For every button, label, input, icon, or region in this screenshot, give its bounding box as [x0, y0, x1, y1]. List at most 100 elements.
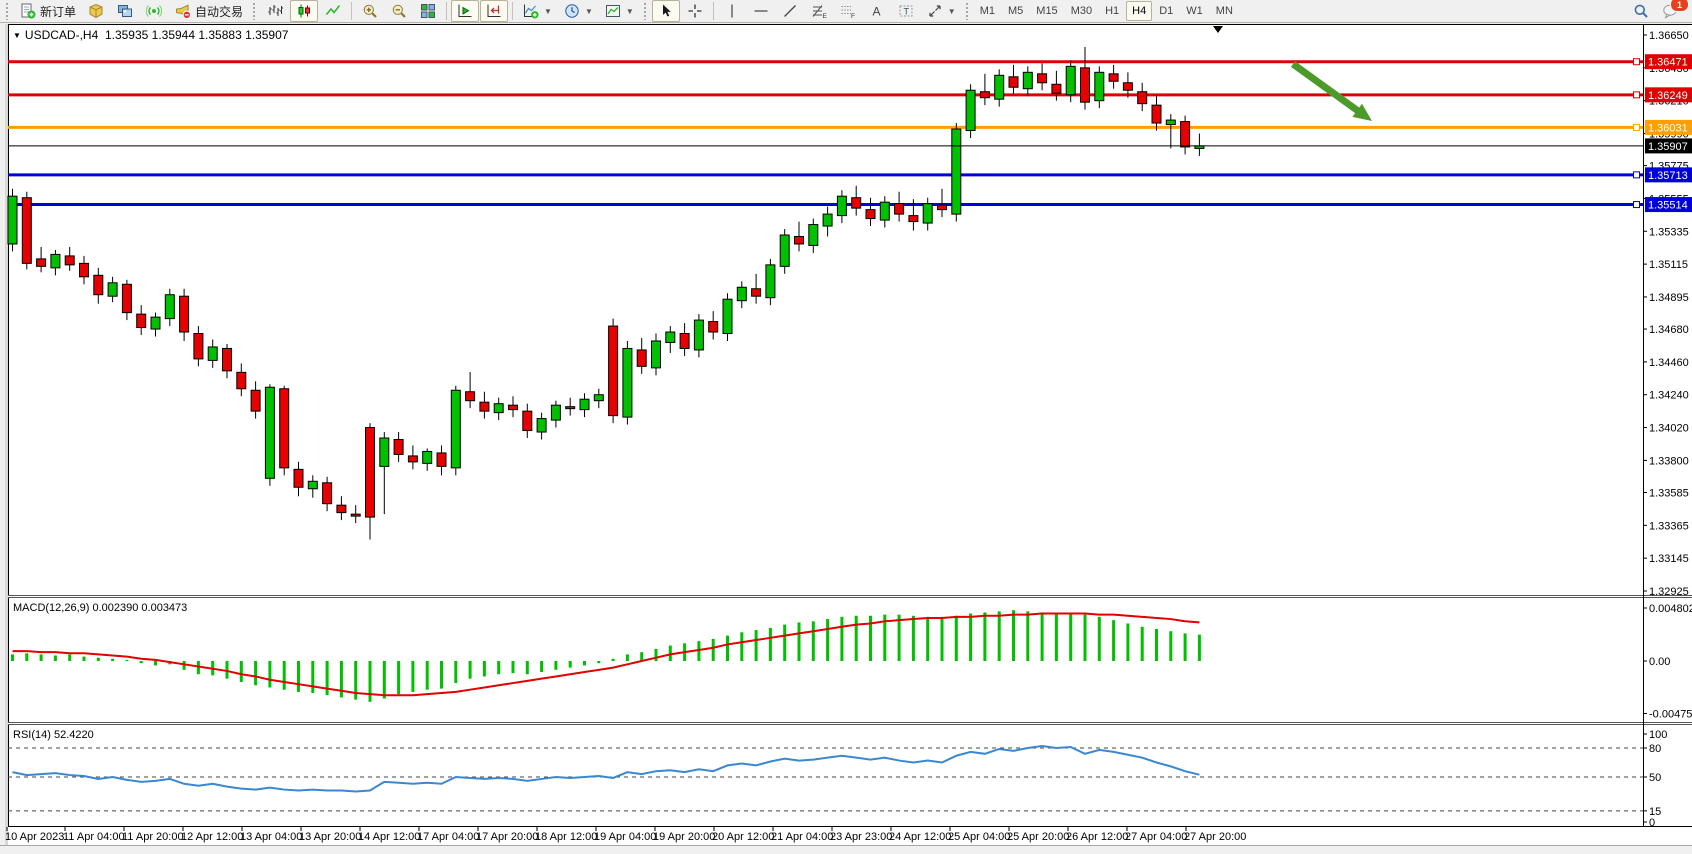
- candle-down: [1009, 77, 1018, 87]
- candle-down: [237, 372, 246, 388]
- line-drag-handle[interactable]: [1634, 172, 1640, 178]
- candle-up: [1166, 120, 1175, 124]
- candle-down: [22, 198, 31, 264]
- candle-down: [1081, 68, 1090, 102]
- candle-down: [1123, 83, 1132, 90]
- candle-down: [351, 514, 360, 516]
- time-tick-label: 11 Apr 04:00: [63, 831, 125, 843]
- price-tick-label: 1.32925: [1649, 586, 1689, 598]
- time-tick-label: 13 Apr 20:00: [299, 831, 361, 843]
- rsi-tick-label: 80: [1649, 743, 1661, 755]
- candle-up: [151, 317, 160, 329]
- candle-down: [94, 275, 103, 294]
- candle-down: [637, 350, 646, 366]
- current-price-badge-label: 1.35907: [1648, 141, 1688, 153]
- time-tick-label: 25 Apr 20:00: [1007, 831, 1069, 843]
- candle-up: [423, 451, 432, 463]
- price-tick-label: 1.35115: [1649, 259, 1688, 271]
- chart-background: [8, 24, 1692, 845]
- price-tick-label: 1.34680: [1649, 324, 1689, 336]
- rsi-tick-label: 0: [1649, 817, 1655, 829]
- candle-down: [408, 456, 417, 462]
- candle-down: [1052, 84, 1061, 93]
- candle-down: [137, 314, 146, 327]
- candle-down: [1038, 74, 1047, 83]
- candle-up: [694, 320, 703, 350]
- candle-down: [1138, 92, 1147, 104]
- candle-up: [623, 348, 632, 417]
- candle-down: [795, 237, 804, 244]
- candle-down: [337, 505, 346, 512]
- price-tick-label: 1.33145: [1649, 553, 1689, 565]
- candle-up: [265, 387, 274, 478]
- time-tick-label: 11 Apr 20:00: [122, 831, 184, 843]
- price-line-badge-label: 1.35713: [1648, 170, 1688, 182]
- line-drag-handle[interactable]: [1634, 124, 1640, 130]
- candle-down: [251, 390, 260, 411]
- candle-up: [1095, 72, 1104, 100]
- time-tick-label: 27 Apr 20:00: [1184, 831, 1246, 843]
- rsi-indicator-label: RSI(14) 52.4220: [13, 729, 94, 741]
- candle-up: [165, 295, 174, 319]
- collapse-triangle-icon[interactable]: ▼: [13, 31, 21, 40]
- price-line-badge-label: 1.35514: [1648, 200, 1688, 212]
- candle-down: [394, 439, 403, 454]
- price-line-badge-label: 1.36249: [1648, 90, 1688, 102]
- candle-down: [523, 411, 532, 430]
- candle-down: [480, 402, 489, 411]
- candle-up: [823, 214, 832, 226]
- candle-up: [8, 196, 17, 244]
- candle-up: [766, 265, 775, 298]
- candle-up: [952, 129, 961, 214]
- candle-up: [580, 399, 589, 409]
- ohlc-values: 1.35935 1.35944 1.35883 1.35907: [105, 28, 289, 42]
- candle-down: [866, 210, 875, 219]
- time-tick-label: 12 Apr 12:00: [181, 831, 243, 843]
- rsi-tick-label: 50: [1649, 772, 1661, 784]
- line-drag-handle[interactable]: [1634, 59, 1640, 65]
- candle-up: [737, 287, 746, 300]
- time-tick-label: 13 Apr 04:00: [240, 831, 302, 843]
- candle-down: [37, 259, 46, 266]
- price-tick-label: 1.33365: [1649, 520, 1689, 532]
- time-tick-label: 19 Apr 04:00: [594, 831, 656, 843]
- candle-down: [938, 205, 947, 209]
- macd-tick-label: -0.004758: [1649, 709, 1692, 721]
- price-tick-label: 1.33800: [1649, 455, 1689, 467]
- candle-down: [80, 263, 89, 276]
- candle-down: [509, 405, 518, 409]
- candle-down: [1109, 74, 1118, 81]
- time-tick-label: 24 Apr 12:00: [889, 831, 951, 843]
- line-drag-handle[interactable]: [1634, 202, 1640, 208]
- candle-down: [752, 289, 761, 296]
- macd-indicator-label: MACD(12,26,9) 0.002390 0.003473: [13, 602, 187, 614]
- chart-title[interactable]: ▼ USDCAD-,H4 1.35935 1.35944 1.35883 1.35…: [13, 28, 288, 42]
- chart-canvas[interactable]: 1.366501.364301.362101.359901.357751.355…: [0, 0, 1692, 853]
- candle-down: [1152, 105, 1161, 123]
- candle-down: [194, 334, 203, 359]
- time-tick-label: 20 Apr 12:00: [712, 831, 774, 843]
- candle-down: [852, 198, 861, 208]
- candle-down: [609, 326, 618, 416]
- line-drag-handle[interactable]: [1634, 92, 1640, 98]
- candle-down: [709, 322, 718, 332]
- candle-up: [652, 341, 661, 368]
- candle-down: [294, 469, 303, 487]
- candle-up: [308, 481, 317, 488]
- candle-up: [809, 225, 818, 246]
- candle-down: [65, 256, 74, 265]
- candle-up: [51, 254, 60, 267]
- candle-down: [366, 428, 375, 518]
- candle-up: [1066, 66, 1075, 94]
- candle-up: [1023, 72, 1032, 88]
- candle-down: [122, 284, 131, 312]
- symbol-period-label: USDCAD-,H4: [25, 28, 98, 42]
- candle-down: [680, 334, 689, 349]
- candle-down: [437, 453, 446, 466]
- candle-down: [909, 216, 918, 222]
- candle-up: [208, 347, 217, 360]
- candle-up: [451, 390, 460, 468]
- time-tick-label: 25 Apr 04:00: [948, 831, 1010, 843]
- price-tick-label: 1.33585: [1649, 487, 1689, 499]
- price-tick-label: 1.34240: [1649, 390, 1689, 402]
